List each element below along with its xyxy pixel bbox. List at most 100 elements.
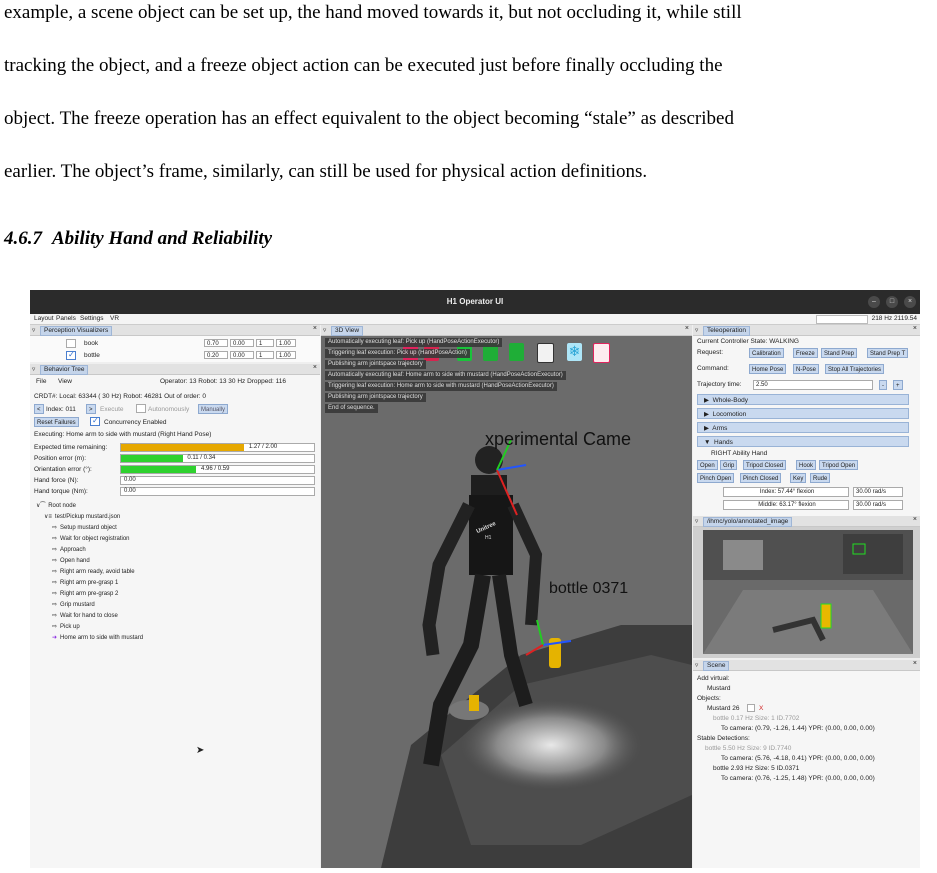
hand-grip-button[interactable]: Rude: [810, 473, 831, 483]
menu-layout[interactable]: Layout: [34, 315, 54, 322]
hand-grip-button[interactable]: Open: [697, 460, 718, 470]
grip-icon[interactable]: [509, 343, 524, 361]
freeze-button[interactable]: Freeze: [793, 348, 818, 358]
maximize-icon[interactable]: □: [886, 296, 898, 308]
tab-3d-view[interactable]: 3D View: [331, 326, 364, 336]
menu-view[interactable]: View: [58, 378, 72, 385]
tab-teleoperation[interactable]: Teleoperation: [703, 326, 751, 336]
manually-button[interactable]: Manually: [198, 404, 229, 414]
tab-scene[interactable]: Scene: [703, 661, 730, 671]
perception-value[interactable]: 1: [256, 351, 274, 359]
index-flexion-slider[interactable]: Index: 57.44° flexion: [723, 487, 849, 497]
prev-index-button[interactable]: <: [34, 404, 44, 414]
autonomously-checkbox[interactable]: [136, 404, 146, 413]
hand-grip-button[interactable]: Hook: [796, 460, 817, 470]
menu-file[interactable]: File: [36, 378, 46, 385]
tree-action-node[interactable]: ⇨ Approach: [52, 546, 86, 553]
menu-settings[interactable]: Settings: [80, 315, 104, 322]
hand-grip-button[interactable]: Pinch Open: [697, 473, 735, 483]
tab-yolo-image[interactable]: /ihmc/yolo/annotated_image: [703, 517, 793, 527]
close-icon[interactable]: ×: [904, 296, 916, 308]
execute-button[interactable]: Execute: [100, 406, 124, 413]
perception-value[interactable]: 0.00: [230, 351, 254, 359]
middle-flexion-slider[interactable]: Middle: 63.17° flexion: [723, 500, 849, 510]
hand-grip-button[interactable]: Key: [790, 473, 807, 483]
tree-action-node[interactable]: ⇨ Right arm pre-grasp 2: [52, 590, 118, 597]
next-index-button[interactable]: >: [86, 404, 96, 414]
section-whole-body[interactable]: ▶ Whole-Body: [697, 394, 909, 405]
paragraph-line: object. The freeze operation has an effe…: [4, 108, 734, 129]
operator-ui-screenshot: H1 Operator UI – □ × Layout Panels Setti…: [30, 290, 920, 868]
checkbox-book[interactable]: [66, 339, 76, 348]
tree-node[interactable]: ∨≡ test/Pickup mustard.json: [44, 513, 120, 520]
exit-icon[interactable]: [593, 343, 610, 363]
hand-grip-button[interactable]: Tripod Closed: [743, 460, 787, 470]
snowflake-icon[interactable]: ❄: [567, 343, 582, 361]
tree-action-node[interactable]: ⇨ Pick up: [52, 623, 80, 630]
metric-value: 1.27 / 2.00: [247, 444, 279, 451]
yolo-image-panel: [693, 527, 920, 658]
close-icon[interactable]: ×: [685, 325, 689, 332]
close-icon[interactable]: ×: [913, 660, 917, 667]
stop-all-trajectories-button[interactable]: Stop All Trajectories: [825, 364, 885, 374]
perception-value[interactable]: 0.20: [204, 351, 228, 359]
stand-prep-button[interactable]: Stand Prep: [821, 348, 858, 358]
close-icon[interactable]: ×: [913, 516, 917, 523]
perception-value[interactable]: 1.00: [276, 339, 296, 347]
close-icon[interactable]: ×: [313, 364, 317, 371]
tree-action-node[interactable]: ⇨ Right arm pre-grasp 1: [52, 579, 118, 586]
log-line: Triggering leaf execution: Home arm to s…: [325, 382, 557, 391]
close-icon[interactable]: ×: [913, 325, 917, 332]
tab-behavior-tree[interactable]: Behavior Tree: [40, 365, 89, 375]
close-icon[interactable]: ×: [313, 325, 317, 332]
tree-action-node[interactable]: ⇨ Wait for hand to close: [52, 612, 118, 619]
add-mustard-button[interactable]: Mustard: [707, 685, 730, 692]
checkbox-bottle[interactable]: ✓: [66, 350, 76, 360]
minimize-icon[interactable]: –: [868, 296, 880, 308]
perception-value[interactable]: 1.00: [276, 351, 296, 359]
calibration-button[interactable]: Calibration: [749, 348, 784, 358]
home-pose-button[interactable]: Home Pose: [749, 364, 787, 374]
section-locomotion[interactable]: ▶ Locomotion: [697, 408, 909, 419]
metric-fill: [121, 466, 197, 473]
section-hands[interactable]: ▼ Hands: [697, 436, 909, 447]
hand-grip-button[interactable]: Tripod Open: [819, 460, 859, 470]
tree-action-node[interactable]: ⇨ Grip mustard: [52, 601, 95, 608]
perception-value[interactable]: 0.70: [204, 339, 228, 347]
tab-perception-visualizers[interactable]: Perception Visualizers: [40, 326, 113, 336]
menu-vr[interactable]: VR: [110, 315, 119, 322]
metric-fill: [121, 444, 244, 451]
tree-action-node[interactable]: ➜ Home arm to side with mustard: [52, 634, 143, 641]
decrement-button[interactable]: -: [879, 380, 887, 390]
stand-prep-t-button[interactable]: Stand Prep T: [867, 348, 909, 358]
3d-view-canvas[interactable]: xperimental Came bottle 0371 Unitree H1 …: [321, 325, 692, 868]
n-pose-button[interactable]: N-Pose: [793, 364, 820, 374]
trajectory-time-input[interactable]: 2.50: [753, 380, 873, 390]
concurrency-checkbox[interactable]: ✓: [90, 416, 100, 426]
tree-node[interactable]: ∨⁀ Root node: [36, 502, 76, 509]
tree-action-node[interactable]: ⇨ Wait for object registration: [52, 535, 130, 542]
hand-grip-button[interactable]: Pinch Closed: [740, 473, 782, 483]
mustard-checkbox[interactable]: [747, 704, 755, 712]
tree-action-node[interactable]: ⇨ Setup mustard object: [52, 524, 117, 531]
increment-button[interactable]: +: [893, 380, 903, 390]
trajectory-label: Trajectory time:: [697, 381, 742, 388]
index-speed-input[interactable]: 30.00 rad/s: [853, 487, 903, 497]
middle-speed-input[interactable]: 30.00 rad/s: [853, 500, 903, 510]
section-label: Hands: [714, 439, 733, 446]
reset-failures-button[interactable]: Reset Failures: [34, 417, 79, 427]
perception-value[interactable]: 0.00: [230, 339, 254, 347]
section-arms[interactable]: ▶ Arms: [697, 422, 909, 433]
remove-mustard-button[interactable]: X: [759, 705, 763, 712]
window-title: H1 Operator UI: [446, 297, 504, 306]
tree-action-node[interactable]: ⇨ Right arm ready, avoid table: [52, 568, 135, 575]
perception-value[interactable]: 1: [256, 339, 274, 347]
index-label: Index: 011: [46, 406, 76, 413]
yolo-header: ▿ /ihmc/yolo/annotated_image ×: [693, 516, 920, 527]
hand-grip-button[interactable]: Grip: [720, 460, 738, 470]
camera-label: xperimental Came: [485, 429, 632, 449]
walk-icon[interactable]: [537, 343, 554, 363]
menu-panels[interactable]: Panels: [56, 315, 76, 322]
tree-action-node[interactable]: ⇨ Open hand: [52, 557, 90, 564]
teleop-header: ▿ Teleoperation ×: [693, 325, 920, 336]
